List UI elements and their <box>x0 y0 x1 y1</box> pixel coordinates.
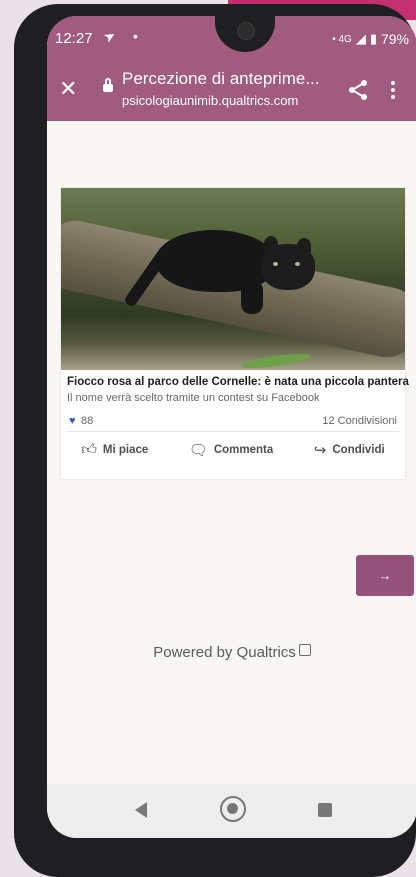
camera-notch <box>215 16 275 52</box>
home-icon[interactable] <box>220 796 246 822</box>
notification-dot: • <box>133 28 138 44</box>
powered-by-link[interactable]: Powered by Qualtrics <box>47 644 416 661</box>
browser-app-bar: ✕ Percezione di anteprime... psicologiau… <box>47 61 416 121</box>
post-subtitle: Il nome verrà scelto tramite un contest … <box>67 392 320 404</box>
powered-by-label: Powered by Qualtrics <box>153 644 296 661</box>
grass-shape <box>240 351 312 370</box>
recents-icon[interactable] <box>318 803 332 817</box>
panther-eye <box>273 262 278 266</box>
back-icon[interactable] <box>135 802 147 818</box>
share-arrow-icon: ↪ <box>313 442 327 459</box>
status-icons: • 4G ◢ ▮ 79% <box>332 31 409 47</box>
signal-icon: ◢ <box>355 31 366 46</box>
external-link-icon <box>298 644 311 656</box>
share-icon[interactable] <box>347 79 369 101</box>
telegram-send-icon: ➤ <box>100 26 119 46</box>
panther-head <box>261 244 315 290</box>
likes-count[interactable]: 88 <box>81 415 93 427</box>
share-label: Condividi <box>332 444 385 456</box>
heart-icon: ♥ <box>69 415 76 427</box>
close-icon[interactable]: ✕ <box>59 76 77 102</box>
battery-icon: ▮ <box>369 31 377 46</box>
post-actions: 👍︎ Mi piace 🗨︎ Commenta ↪ Condividi <box>61 438 405 462</box>
shares-count[interactable]: 12 Condivisioni <box>322 415 397 427</box>
like-button[interactable]: 👍︎ Mi piace <box>81 441 148 459</box>
status-bar: 12:27 ➤ • • 4G ◢ ▮ 79% <box>47 16 416 61</box>
phone-frame: 12:27 ➤ • • 4G ◢ ▮ 79% ✕ Percezione di a… <box>14 4 416 877</box>
camera-icon <box>237 22 255 40</box>
comment-button[interactable]: 🗨︎ Commenta <box>189 441 273 459</box>
next-button[interactable]: → <box>356 555 414 596</box>
status-time: 12:27 <box>55 30 93 47</box>
battery-percent: 79% <box>380 31 409 47</box>
lock-icon <box>103 78 113 92</box>
comment-icon: 🗨︎ <box>188 442 208 459</box>
divider <box>67 431 399 432</box>
panther-eye <box>295 262 300 266</box>
page-title: Percezione di anteprime... <box>122 69 320 88</box>
page-url: psicologiaunimib.qualtrics.com <box>122 93 299 108</box>
thumbs-up-icon: 👍︎ <box>81 441 97 458</box>
like-label: Mi piace <box>102 444 149 456</box>
comment-label: Commenta <box>213 444 274 456</box>
panther-leg <box>241 280 263 314</box>
more-vert-icon[interactable] <box>391 81 395 102</box>
share-post-button[interactable]: ↪ Condividi <box>314 441 385 459</box>
android-nav-bar <box>47 784 416 838</box>
network-indicator: • 4G <box>332 33 352 45</box>
post-title[interactable]: Fiocco rosa al parco delle Cornelle: è n… <box>67 376 409 388</box>
screen: 12:27 ➤ • • 4G ◢ ▮ 79% ✕ Percezione di a… <box>47 16 416 838</box>
post-photo <box>61 188 405 370</box>
facebook-post-card: Fiocco rosa al parco delle Cornelle: è n… <box>61 188 409 479</box>
